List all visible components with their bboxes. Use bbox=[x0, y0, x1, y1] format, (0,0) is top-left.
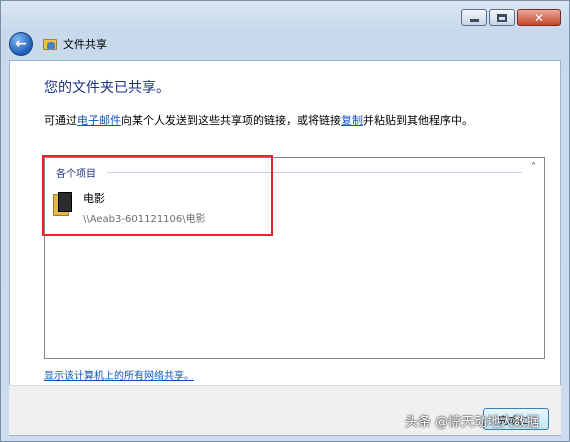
window-frame: ✕ ← 文件共享 您的文件夹已共享。 可通过电子邮件向某个人发送到这些共享项的链… bbox=[0, 0, 570, 442]
file-sharing-icon bbox=[43, 37, 57, 51]
nav-bar: ← 文件共享 bbox=[9, 30, 107, 58]
watermark: 头条 @惊天动地大数据 bbox=[405, 415, 540, 430]
show-all-shares-link[interactable]: 显示该计算机上的所有网络共享。 bbox=[44, 367, 194, 382]
maximize-button[interactable] bbox=[489, 9, 515, 26]
window-controls: ✕ bbox=[461, 9, 561, 26]
description-part-3: 并粘贴到其他程序中。 bbox=[363, 114, 473, 127]
description-part-2: 向某个人发送到这些共享项的链接，或将链接 bbox=[121, 114, 341, 127]
minimize-button[interactable] bbox=[461, 9, 487, 26]
maximize-icon bbox=[497, 13, 507, 22]
close-button[interactable]: ✕ bbox=[517, 9, 561, 26]
close-icon: ✕ bbox=[533, 10, 545, 25]
highlight-annotation bbox=[42, 155, 273, 236]
email-link[interactable]: 电子邮件 bbox=[77, 114, 121, 127]
title-bar: ✕ bbox=[1, 1, 570, 31]
minimize-icon bbox=[469, 19, 479, 22]
description-part-1: 可通过 bbox=[44, 114, 77, 127]
content-panel: 您的文件夹已共享。 可通过电子邮件向某个人发送到这些共享项的链接，或将链接复制并… bbox=[9, 60, 561, 436]
description-text: 可通过电子邮件向某个人发送到这些共享项的链接，或将链接复制并粘贴到其他程序中。 bbox=[44, 112, 473, 128]
back-button[interactable]: ← bbox=[9, 32, 33, 56]
copy-link[interactable]: 复制 bbox=[341, 114, 363, 127]
chevron-up-icon[interactable]: ˄ bbox=[531, 162, 536, 173]
page-heading: 您的文件夹已共享。 bbox=[44, 80, 170, 96]
nav-title: 文件共享 bbox=[63, 38, 107, 51]
back-arrow-icon: ← bbox=[15, 36, 27, 52]
